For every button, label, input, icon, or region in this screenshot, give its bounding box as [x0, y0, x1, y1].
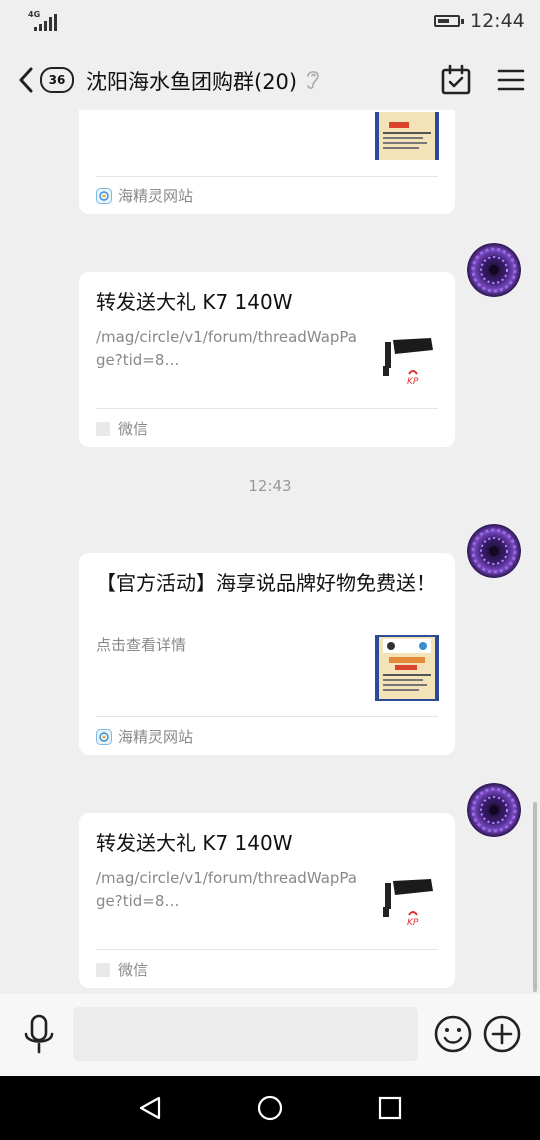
sender-avatar[interactable] [467, 524, 521, 578]
card-source-label: 微信 [118, 961, 149, 979]
card-title: 转发送大礼 K7 140W [96, 831, 293, 855]
svg-text:KP: KP [407, 918, 419, 928]
card-divider [96, 176, 438, 177]
chat-header: 36 沈阳海水鱼团购群(20) [0, 50, 540, 110]
status-clock: 12:44 [470, 10, 525, 32]
link-card-message[interactable]: 转发送大礼 K7 140W /mag/circle/v1/forum/threa… [79, 272, 455, 447]
card-divider [96, 716, 438, 717]
poster-thumbnail [375, 112, 439, 160]
sender-avatar[interactable] [467, 243, 521, 297]
card-description: /mag/circle/v1/forum/threadWapPage?tid=8… [96, 328, 357, 369]
website-app-icon [96, 187, 112, 204]
sender-avatar[interactable] [467, 783, 521, 837]
system-navigation-bar [0, 1076, 540, 1140]
signal-strength-icon [34, 14, 57, 31]
card-source: 微信 [96, 418, 148, 439]
system-home-icon[interactable] [257, 1095, 283, 1121]
unread-count-badge: 36 [40, 67, 74, 93]
menu-icon[interactable] [496, 66, 526, 94]
status-bar: 4G 12:44 [0, 0, 540, 44]
calendar-check-icon[interactable] [440, 64, 472, 96]
chat-title[interactable]: 沈阳海水鱼团购群(20) [86, 66, 297, 96]
battery-cap [461, 19, 464, 24]
battery-icon [434, 15, 460, 27]
website-app-icon [96, 728, 112, 745]
card-description: 点击查看详情 [96, 636, 187, 654]
system-recents-icon[interactable] [378, 1096, 402, 1120]
card-source: 海精灵网站 [96, 726, 193, 747]
chevron-left-icon [19, 67, 33, 93]
time-separator: 12:43 [248, 477, 292, 495]
card-description: /mag/circle/v1/forum/threadWapPage?tid=8… [96, 869, 357, 910]
card-title: 【官方活动】海享说品牌好物免费送！ [96, 571, 436, 595]
chat-scrollbar[interactable] [533, 802, 537, 992]
microphone-icon[interactable] [22, 1014, 56, 1054]
link-card-message[interactable]: 【官方活动】海享说品牌好物免费送！ 点击查看详情 海精灵网站 [79, 553, 455, 755]
back-button[interactable]: 36 [18, 64, 78, 96]
card-source-label: 海精灵网站 [118, 728, 194, 746]
card-divider [96, 408, 438, 409]
link-card-message[interactable]: 海精灵网站 [79, 110, 455, 214]
card-source: 微信 [96, 959, 148, 980]
system-back-icon[interactable] [137, 1095, 163, 1121]
card-divider [96, 949, 438, 950]
battery-level-fill [438, 19, 449, 23]
product-thumbnail: KP [379, 332, 437, 390]
plus-icon[interactable] [483, 1015, 521, 1053]
wechat-source-icon [96, 421, 110, 436]
card-title: 转发送大礼 K7 140W [96, 290, 293, 314]
product-thumbnail: KP [379, 873, 437, 931]
card-source-label: 海精灵网站 [118, 187, 194, 205]
ear-icon[interactable] [304, 67, 322, 91]
link-card-message[interactable]: 转发送大礼 K7 140W /mag/circle/v1/forum/threa… [79, 813, 455, 988]
chat-message-list[interactable]: 海精灵网站 转发送大礼 K7 140W /mag/circle/v1/forum… [0, 110, 540, 994]
wechat-source-icon [96, 962, 110, 977]
poster-thumbnail [375, 635, 439, 701]
card-source: 海精灵网站 [96, 185, 193, 206]
chat-input-bar [0, 994, 540, 1076]
svg-text:KP: KP [407, 377, 419, 387]
emoji-icon[interactable] [434, 1015, 472, 1053]
card-source-label: 微信 [118, 420, 149, 438]
message-input[interactable] [73, 1007, 418, 1061]
